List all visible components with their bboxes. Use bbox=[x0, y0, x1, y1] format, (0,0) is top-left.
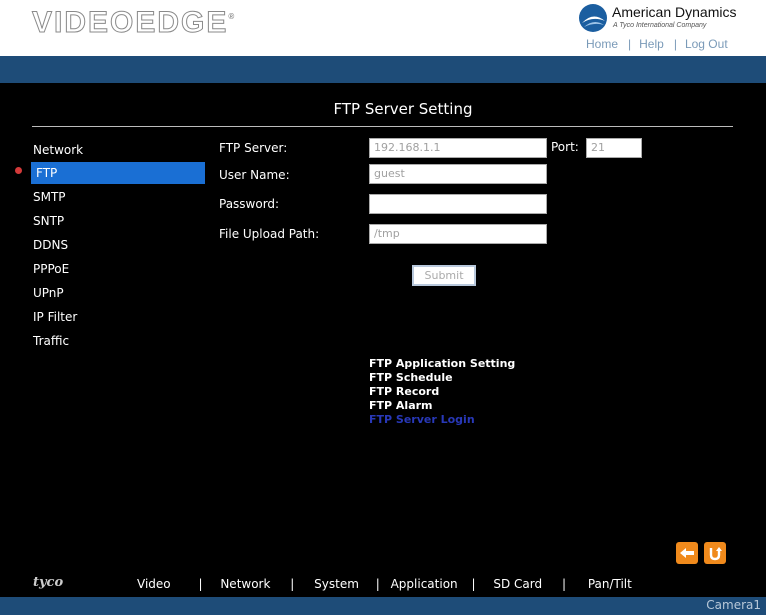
port-input[interactable]: 21 bbox=[586, 138, 642, 158]
nav-sd-card[interactable]: SD Card bbox=[493, 577, 542, 591]
nav-video[interactable]: Video bbox=[137, 577, 171, 591]
sidebar-item-smtp[interactable]: SMTP bbox=[29, 186, 203, 208]
link-ftp-server-login[interactable]: FTP Server Login bbox=[369, 413, 475, 426]
home-link[interactable]: Home bbox=[586, 37, 618, 51]
back-button[interactable] bbox=[676, 542, 698, 564]
nav-pan-tilt[interactable]: Pan/Tilt bbox=[588, 577, 632, 591]
ftp-server-input[interactable]: 192.168.1.1 bbox=[369, 138, 547, 158]
tyco-logo: tyco bbox=[33, 575, 64, 590]
brand-subtitle: A Tyco International Company bbox=[613, 22, 707, 29]
upload-path-input[interactable]: /tmp bbox=[369, 224, 547, 244]
user-name-input[interactable]: guest bbox=[369, 164, 547, 184]
active-dot-icon bbox=[15, 167, 22, 174]
nav-network[interactable]: Network bbox=[220, 577, 270, 591]
camera-label: Camera1 bbox=[706, 598, 761, 612]
sidebar-item-upnp[interactable]: UPnP bbox=[29, 282, 203, 304]
sidebar-item-sntp[interactable]: SNTP bbox=[29, 210, 203, 232]
port-label: Port: bbox=[551, 140, 579, 154]
videoedge-logo: VIDEOEDGE® bbox=[31, 6, 237, 40]
page-title: FTP Server Setting bbox=[333, 100, 473, 118]
american-dynamics-logo-icon bbox=[579, 4, 607, 32]
sidebar-item-ddns[interactable]: DDNS bbox=[29, 234, 203, 256]
nav-system[interactable]: System bbox=[314, 577, 359, 591]
sidebar-item-traffic[interactable]: Traffic bbox=[29, 330, 203, 352]
link-ftp-application-setting[interactable]: FTP Application Setting bbox=[369, 357, 515, 370]
link-ftp-alarm[interactable]: FTP Alarm bbox=[369, 399, 433, 412]
link-ftp-schedule[interactable]: FTP Schedule bbox=[369, 371, 453, 384]
user-name-label: User Name: bbox=[219, 168, 290, 182]
back-arrow-icon bbox=[680, 548, 694, 558]
sidebar-item-network[interactable]: Network bbox=[29, 139, 203, 161]
header: VIDEOEDGE® American Dynamics A Tyco Inte… bbox=[0, 0, 766, 56]
bottom-blue-bar bbox=[0, 597, 766, 615]
top-blue-bar bbox=[0, 56, 766, 83]
brand-name: American Dynamics bbox=[612, 4, 737, 20]
top-links: Home | Help | Log Out bbox=[586, 37, 728, 51]
link-ftp-record[interactable]: FTP Record bbox=[369, 385, 439, 398]
sidebar-item-ip-filter[interactable]: IP Filter bbox=[29, 306, 203, 328]
sidebar-item-pppoe[interactable]: PPPoE bbox=[29, 258, 203, 280]
upload-path-label: File Upload Path: bbox=[219, 227, 320, 241]
nav-application[interactable]: Application bbox=[391, 577, 458, 591]
password-label: Password: bbox=[219, 197, 280, 211]
refresh-button[interactable] bbox=[704, 542, 726, 564]
refresh-icon bbox=[709, 547, 722, 561]
password-input[interactable] bbox=[369, 194, 547, 214]
bottom-nav: Video | Network | System | Application |… bbox=[137, 577, 632, 591]
submit-button[interactable]: Submit bbox=[412, 265, 476, 286]
help-link[interactable]: Help bbox=[639, 37, 664, 51]
title-divider bbox=[32, 126, 733, 127]
logout-link[interactable]: Log Out bbox=[685, 37, 728, 51]
sidebar-item-ftp[interactable]: FTP bbox=[31, 162, 205, 184]
ftp-server-label: FTP Server: bbox=[219, 141, 288, 155]
